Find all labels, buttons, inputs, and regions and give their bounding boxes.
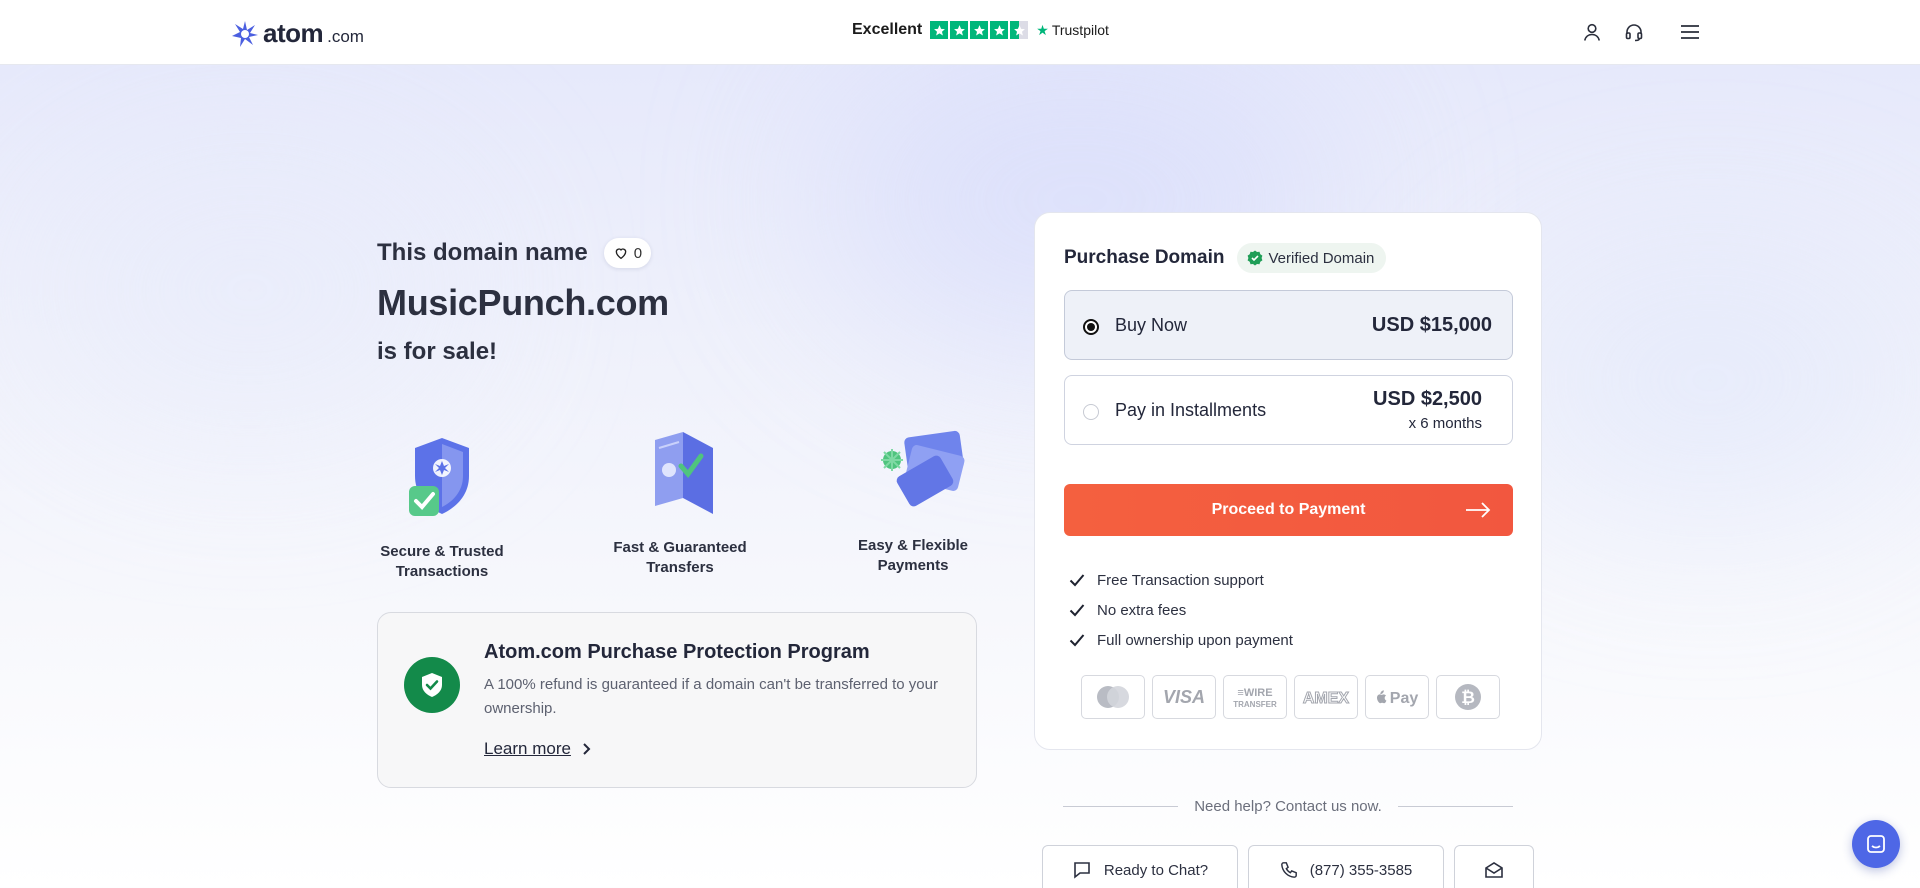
svg-text:Pay: Pay: [1390, 690, 1419, 707]
phone-number: (877) 355-3585: [1309, 861, 1413, 879]
visa-icon: VISA: [1152, 675, 1216, 719]
feature-label: Easy & Flexible Payments: [857, 537, 969, 574]
chat-label: Ready to Chat?: [1103, 861, 1209, 879]
wire-transfer-icon: ≡WIRE TRANSFER: [1223, 675, 1287, 719]
star-icon: [930, 21, 949, 39]
svg-text:TRANSFER: TRANSFER: [1233, 700, 1277, 709]
trust-stars: [930, 21, 1029, 39]
intro-pre-text: This domain name: [377, 239, 588, 266]
option-price: USD $2,500: [1373, 388, 1482, 410]
feature-fast: Fast & Guaranteed Transfers: [610, 426, 750, 578]
trust-rating-label: Excellent: [852, 21, 923, 38]
atom-logo-icon: [232, 20, 258, 47]
logo-word: atom: [263, 18, 324, 48]
feature-label: Fast & Guaranteed Transfers: [613, 539, 747, 576]
purchase-card: Purchase Domain Verified Domain Buy Now …: [1034, 212, 1542, 750]
buy-now-radio[interactable]: [1083, 319, 1099, 335]
help-divider: Need help? Contact us now.: [1063, 798, 1513, 815]
feature-list: Secure & Trusted Transactions Fast & Gua…: [377, 430, 977, 580]
verified-check-icon: [1247, 250, 1262, 266]
option-buy-now[interactable]: Buy Now USD $15,000: [1064, 290, 1513, 360]
user-icon[interactable]: [1580, 20, 1604, 44]
purchase-title: Purchase Domain: [1064, 247, 1225, 268]
trustpilot-label: Trustpilot: [1051, 22, 1109, 38]
check-icon: [1069, 574, 1085, 587]
trustpilot-rating[interactable]: Excellent ★ Trustpilot: [852, 21, 1109, 39]
benefit-item: Full ownership upon payment: [1069, 625, 1293, 655]
benefit-label: Full ownership upon payment: [1097, 631, 1293, 649]
email-button[interactable]: [1454, 845, 1534, 888]
divider-line: [1397, 806, 1513, 807]
benefit-item: Free Transaction support: [1069, 565, 1293, 595]
benefit-item: No extra fees: [1069, 595, 1293, 625]
svg-text:₿: ₿: [1461, 688, 1475, 707]
like-button[interactable]: 0: [603, 238, 652, 268]
help-text: Need help? Contact us now.: [1194, 798, 1382, 815]
learn-more-label: Learn more: [484, 739, 571, 758]
domain-intro: This domain name 0 MusicPunch.com is for…: [377, 238, 669, 366]
star-icon: [990, 21, 1009, 39]
bitcoin-icon: ₿: [1436, 675, 1500, 719]
menu-icon[interactable]: [1678, 20, 1702, 44]
option-term: x 6 months: [1408, 415, 1482, 432]
for-sale-text: is for sale!: [377, 338, 498, 365]
half-star-icon: [1010, 21, 1029, 39]
shield-check-icon: [409, 438, 469, 516]
check-icon: [1069, 604, 1085, 617]
header-actions: [1580, 20, 1702, 44]
feature-flexible: Easy & Flexible Payments: [853, 424, 973, 576]
feature-secure: Secure & Trusted Transactions: [377, 430, 507, 582]
protection-description: A 100% refund is guaranteed if a domain …: [484, 676, 938, 717]
mail-icon: [1485, 862, 1503, 878]
divider-line: [1063, 806, 1179, 807]
headset-icon[interactable]: [1622, 20, 1646, 44]
live-chat-launcher[interactable]: [1852, 820, 1900, 868]
chat-bubble-icon: [1074, 862, 1090, 879]
benefit-label: No extra fees: [1097, 601, 1187, 619]
amex-icon: AMEX: [1294, 675, 1358, 719]
benefit-list: Free Transaction support No extra fees F…: [1069, 565, 1293, 655]
verified-label: Verified Domain: [1268, 249, 1375, 267]
domain-name: MusicPunch.com: [377, 282, 669, 323]
verified-badge: Verified Domain: [1236, 243, 1387, 273]
phone-button[interactable]: (877) 355-3585: [1248, 845, 1444, 888]
atom-logo[interactable]: atom .com: [231, 18, 364, 49]
installments-radio[interactable]: [1083, 404, 1099, 420]
transfer-icon: [655, 432, 713, 514]
payment-methods: VISA ≡WIRE TRANSFER AMEX Pay ₿: [1081, 675, 1500, 719]
learn-more-link[interactable]: Learn more: [484, 739, 591, 759]
purchase-protection-card: Atom.com Purchase Protection Program A 1…: [377, 612, 977, 788]
svg-text:VISA: VISA: [1163, 687, 1205, 707]
heart-icon: [615, 248, 627, 260]
arrow-right-icon: [1466, 502, 1491, 518]
star-icon: [950, 21, 969, 39]
chat-icon: [1867, 835, 1885, 853]
svg-text:≡WIRE: ≡WIRE: [1237, 687, 1272, 699]
feature-label: Secure & Trusted Transactions: [380, 543, 504, 580]
trustpilot-brand: ★ Trustpilot: [1036, 22, 1109, 39]
proceed-label: Proceed to Payment: [1211, 501, 1366, 518]
svg-text:AMEX: AMEX: [1303, 690, 1350, 707]
proceed-to-payment-button[interactable]: Proceed to Payment: [1064, 484, 1513, 536]
option-label: Pay in Installments: [1115, 400, 1267, 420]
option-price: USD $15,000: [1371, 314, 1492, 336]
chat-button[interactable]: Ready to Chat?: [1042, 845, 1238, 888]
site-header: atom .com Excellent ★ Trustpilot: [0, 0, 1920, 65]
like-count: 0: [633, 244, 643, 262]
star-icon: [970, 21, 989, 39]
trustpilot-star-icon: ★: [1036, 21, 1049, 38]
option-installments[interactable]: Pay in Installments USD $2,500 x 6 month…: [1064, 375, 1513, 445]
benefit-label: Free Transaction support: [1097, 571, 1264, 589]
option-label: Buy Now: [1115, 315, 1188, 335]
phone-icon: [1280, 862, 1297, 878]
chevron-right-icon: [583, 743, 591, 755]
protection-shield-icon: [404, 657, 460, 713]
check-icon: [1069, 634, 1085, 647]
cards-icon: [881, 430, 965, 507]
mastercard-icon: [1081, 675, 1145, 719]
protection-title: Atom.com Purchase Protection Program: [484, 641, 870, 663]
apple-pay-icon: Pay: [1365, 675, 1429, 719]
logo-tld: .com: [327, 26, 364, 46]
